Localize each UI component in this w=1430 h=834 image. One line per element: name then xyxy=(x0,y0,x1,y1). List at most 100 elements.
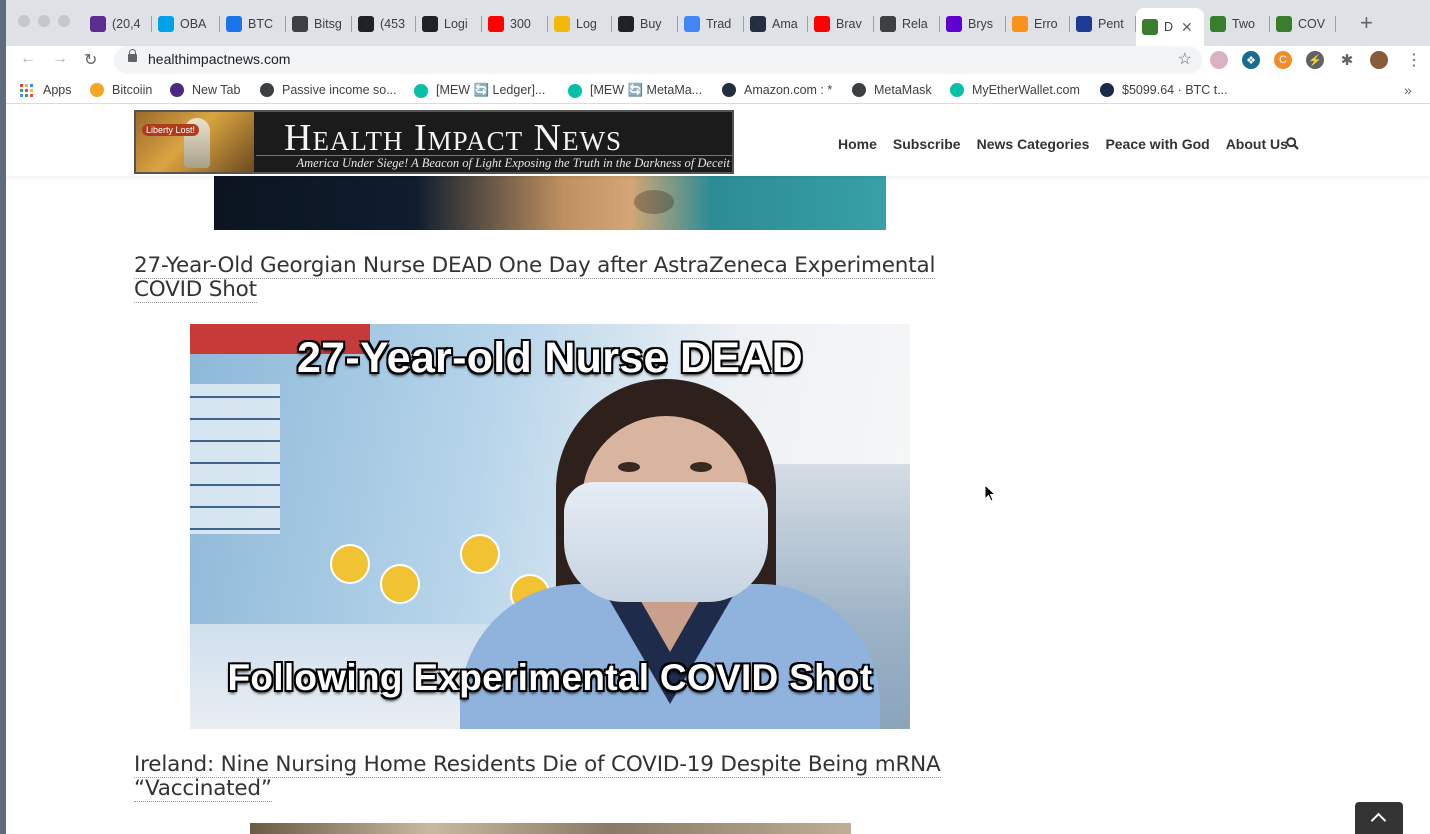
nav-news-categories[interactable]: News Categories xyxy=(977,136,1090,152)
bookmark-star-icon[interactable]: ☆ xyxy=(1178,49,1192,69)
minimize-window-button[interactable] xyxy=(38,15,50,27)
web-page: Liberty Lost! Health Impact News America… xyxy=(6,110,1430,834)
logo-badge: Liberty Lost! xyxy=(142,124,200,136)
leaf-icon xyxy=(1142,19,1158,35)
browser-tab[interactable]: BTC xyxy=(220,8,286,40)
tab-title: D xyxy=(1164,20,1174,34)
tab-strip: (20,4 OBA BTC Bitsg (453 Logi 300 Log Buy Trad Ama… xyxy=(6,0,1430,46)
globe-icon xyxy=(260,83,274,97)
bookmark-item[interactable]: Amazon.com : * xyxy=(722,83,832,97)
bookmark-label: MetaMask xyxy=(874,83,932,97)
search-icon[interactable] xyxy=(1286,137,1299,150)
leaf-icon xyxy=(1210,16,1226,32)
main-nav: Home Subscribe News Categories Peace wit… xyxy=(838,136,1304,152)
browser-tab[interactable]: Bitsg xyxy=(286,8,352,40)
browser-tab[interactable]: Logi xyxy=(416,8,482,40)
url-text[interactable]: healthimpactnews.com xyxy=(148,51,290,67)
tab-title: Pent xyxy=(1098,17,1124,31)
mew-icon xyxy=(414,83,428,98)
bookmark-item[interactable]: New Tab xyxy=(170,83,240,97)
bookmark-item[interactable]: MyEtherWallet.com xyxy=(950,83,1080,97)
nav-about-us[interactable]: About Us xyxy=(1226,136,1288,152)
bookmark-item[interactable]: Passive income so... xyxy=(260,83,397,97)
extension-icon[interactable]: C xyxy=(1274,51,1292,69)
next-article-image[interactable] xyxy=(250,823,851,834)
logo-tagline: America Under Siege! A Beacon of Light E… xyxy=(256,155,732,171)
reload-button[interactable]: ↻ xyxy=(84,50,97,70)
tab-title: (453 xyxy=(380,17,406,31)
browser-window: (20,4 OBA BTC Bitsg (453 Logi 300 Log Buy Trad Ama… xyxy=(6,0,1430,834)
browser-tab[interactable]: Pent xyxy=(1070,8,1136,40)
browser-tab[interactable]: COV xyxy=(1270,8,1336,40)
new-tab-button[interactable]: + xyxy=(1360,12,1373,34)
bookmark-item[interactable]: [MEW 🔄 Ledger]... xyxy=(414,83,545,98)
bookmark-label: Bitcoiin xyxy=(112,83,153,97)
bookmark-label: [MEW 🔄 Ledger]... xyxy=(436,83,546,97)
tab-title: Trad xyxy=(706,17,732,31)
maximize-window-button[interactable] xyxy=(58,15,70,27)
article-headline[interactable]: 27-Year-Old Georgian Nurse DEAD One Day … xyxy=(134,253,964,303)
address-bar[interactable]: healthimpactnews.com ☆ xyxy=(114,46,1202,74)
nurse-eye xyxy=(618,462,640,472)
amazon-icon xyxy=(722,83,736,97)
article-featured-image[interactable]: 27-Year-old Nurse DEAD Following Experim… xyxy=(190,324,910,729)
bookmark-label: [MEW 🔄 MetaMa... xyxy=(590,83,703,97)
extensions-puzzle-icon[interactable]: ✱ xyxy=(1338,51,1356,69)
article-headline-link[interactable]: 27-Year-Old Georgian Nurse DEAD One Day … xyxy=(134,253,935,303)
close-tab-icon[interactable]: ✕ xyxy=(1181,19,1193,36)
tab-title: Log xyxy=(576,17,597,31)
profile-avatar[interactable] xyxy=(1370,51,1388,69)
site-header: Liberty Lost! Health Impact News America… xyxy=(6,110,1430,176)
bookmarks-overflow-icon[interactable]: » xyxy=(1404,82,1412,98)
browser-tab[interactable]: Buy xyxy=(612,8,678,40)
lightning-extension-icon[interactable]: ⚡ xyxy=(1306,51,1324,69)
bookmark-label: Amazon.com : * xyxy=(744,83,833,97)
tab-title: Buy xyxy=(640,17,662,31)
nav-subscribe[interactable]: Subscribe xyxy=(893,136,961,152)
bookmark-item[interactable]: Apps xyxy=(20,83,72,97)
article-headline[interactable]: Ireland: Nine Nursing Home Residents Die… xyxy=(134,752,974,802)
browser-tab[interactable]: D ✕ xyxy=(1136,8,1204,46)
tba-icon xyxy=(158,16,174,32)
tab-title: BTC xyxy=(248,17,273,31)
close-window-button[interactable] xyxy=(18,15,30,27)
extension-icon[interactable]: ❖ xyxy=(1242,51,1260,69)
image-caption-bottom: Following Experimental COVID Shot xyxy=(227,657,873,698)
nav-peace-with-god[interactable]: Peace with God xyxy=(1105,136,1209,152)
browser-tab[interactable]: Brav xyxy=(808,8,874,40)
bookmarks-bar: Apps Bitcoiin New Tab Passive income so... [… xyxy=(6,78,1430,104)
browser-tab[interactable]: Trad xyxy=(678,8,744,40)
newtab-icon xyxy=(170,83,184,97)
article-headline-link[interactable]: Ireland: Nine Nursing Home Residents Die… xyxy=(134,752,941,802)
forward-button[interactable]: → xyxy=(52,50,68,68)
tab-title: Logi xyxy=(444,17,468,31)
tab-title: COV xyxy=(1298,17,1326,31)
browser-tab[interactable]: Rela xyxy=(874,8,940,40)
site-logo[interactable]: Liberty Lost! Health Impact News America… xyxy=(134,110,734,174)
browser-tab[interactable]: OBA xyxy=(152,8,220,40)
nav-home[interactable]: Home xyxy=(838,136,877,152)
bitcoiin-icon xyxy=(90,83,104,97)
browser-tab[interactable]: 300 xyxy=(482,8,548,40)
previous-article-image[interactable] xyxy=(214,170,886,230)
face-mask xyxy=(564,482,768,602)
browser-tab[interactable]: Brys xyxy=(940,8,1006,40)
bookmark-item[interactable]: MetaMask xyxy=(852,83,932,97)
back-button[interactable]: ← xyxy=(20,50,36,68)
browser-tab[interactable]: (453 xyxy=(352,8,416,40)
browser-tab[interactable]: Log xyxy=(548,8,612,40)
youtube-icon xyxy=(814,16,830,32)
browser-menu-icon[interactable]: ⋮ xyxy=(1406,50,1422,70)
extension-icon[interactable] xyxy=(1210,51,1228,69)
browser-tab[interactable]: Two xyxy=(1204,8,1270,40)
bookmark-item[interactable]: $5099.64 · BTC t... xyxy=(1100,83,1228,97)
bookmark-item[interactable]: [MEW 🔄 MetaMa... xyxy=(568,83,702,98)
browser-tab[interactable]: Ama xyxy=(744,8,808,40)
browser-tab[interactable]: (20,4 xyxy=(84,8,152,40)
lock-icon[interactable] xyxy=(128,49,137,62)
bookmark-item[interactable]: Bitcoiin xyxy=(90,83,152,97)
tab-title: Erro xyxy=(1034,17,1058,31)
scroll-to-top-button[interactable] xyxy=(1355,802,1403,834)
browser-tab[interactable]: Erro xyxy=(1006,8,1070,40)
mew-icon xyxy=(950,83,964,97)
